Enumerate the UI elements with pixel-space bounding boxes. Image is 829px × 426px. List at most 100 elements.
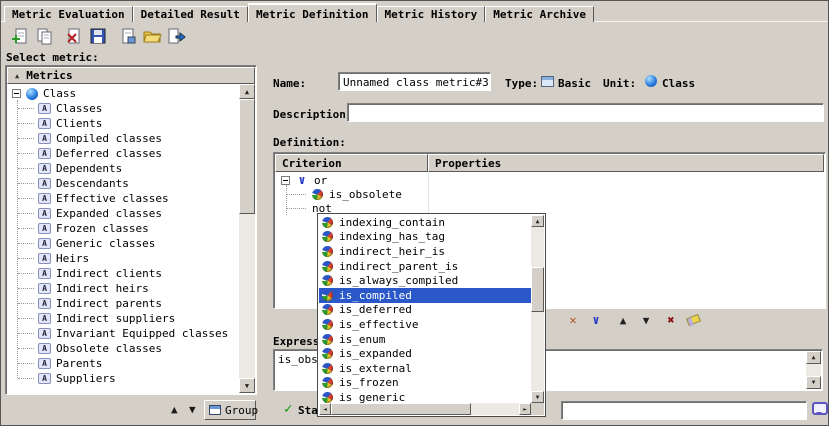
tree-item[interactable]: Indirect suppliers <box>8 311 239 326</box>
dropdown-scrollbar-thumb[interactable] <box>531 267 544 312</box>
move-metric-down-icon[interactable]: ▼ <box>189 403 196 417</box>
delete-metric-icon[interactable] <box>63 25 85 47</box>
copy-metric-icon[interactable] <box>33 25 55 47</box>
tab-metric-history[interactable]: Metric History <box>377 6 486 22</box>
tree-item-label: Indirect heirs <box>56 282 149 295</box>
collapse-icon[interactable] <box>12 89 21 98</box>
scroll-down-icon[interactable]: ▼ <box>531 391 544 403</box>
name-field[interactable]: Unnamed class metric#3 <box>338 72 491 91</box>
scroll-left-icon[interactable]: ◄ <box>319 403 331 415</box>
scroll-down-icon[interactable]: ▼ <box>806 376 821 389</box>
save-metric-icon[interactable] <box>87 25 109 47</box>
tree-item-label: Descendants <box>56 177 129 190</box>
move-criterion-down-icon[interactable]: ▼ <box>637 312 655 328</box>
criterion-column-header[interactable]: Criterion <box>275 154 428 172</box>
tree-item[interactable]: Indirect parents <box>8 296 239 311</box>
group-button[interactable]: Group <box>204 400 256 420</box>
dropdown-item[interactable]: is_effective <box>319 317 531 332</box>
tree-scrollbar-thumb[interactable] <box>239 99 255 214</box>
tab-metric-evaluation[interactable]: Metric Evaluation <box>4 6 133 22</box>
criterion-row-or[interactable]: ∨ or <box>276 173 823 187</box>
tree-item[interactable]: Compiled classes <box>8 131 239 146</box>
tree-item[interactable]: Dependents <box>8 161 239 176</box>
dropdown-item[interactable]: is_enum <box>319 332 531 347</box>
tab-metric-archive[interactable]: Metric Archive <box>485 6 594 22</box>
move-metric-up-icon[interactable]: ▲ <box>171 403 178 417</box>
dropdown-item[interactable]: is_external <box>319 361 531 376</box>
or-operator-icon[interactable]: ∨ <box>587 312 605 328</box>
metric-tool-window: Metric Evaluation Detailed Result Metric… <box>0 0 829 426</box>
or-operator-icon: ∨ <box>296 173 308 187</box>
scroll-up-icon[interactable]: ▲ <box>531 215 544 227</box>
dropdown-item[interactable]: is_always_compiled <box>319 273 531 288</box>
tree-item[interactable]: Deferred classes <box>8 146 239 161</box>
tab-metric-definition[interactable]: Metric Definition <box>248 3 377 22</box>
dropdown-item-label: indirect_heir_is <box>339 245 445 258</box>
dropdown-item[interactable]: indexing_has_tag <box>319 230 531 245</box>
export-archive-icon[interactable] <box>165 25 187 47</box>
eraser-icon[interactable] <box>684 312 702 328</box>
group-grid-icon <box>209 405 221 415</box>
tree-item[interactable]: Parents <box>8 356 239 371</box>
tree-item[interactable]: Invariant Equipped classes <box>8 326 239 341</box>
scroll-up-icon[interactable]: ▲ <box>239 84 255 99</box>
tree-item-root[interactable]: Class <box>8 86 239 101</box>
tab-bar: Metric Evaluation Detailed Result Metric… <box>4 3 594 22</box>
tree-item-label: Suppliers <box>56 372 116 385</box>
comment-icon[interactable] <box>812 402 828 415</box>
tree-item-label: Expanded classes <box>56 207 162 220</box>
dropdown-scrollbar-horizontal[interactable]: ◄ ► <box>319 403 531 415</box>
properties-column-header[interactable]: Properties <box>428 154 824 172</box>
metric-icon <box>38 283 51 294</box>
dropdown-item-label: is_effective <box>339 318 418 331</box>
tree-item[interactable]: Expanded classes <box>8 206 239 221</box>
tree-item[interactable]: Clients <box>8 116 239 131</box>
dropdown-item[interactable]: is_expanded <box>319 346 531 361</box>
dropdown-item[interactable]: indirect_heir_is <box>319 244 531 259</box>
metric-icon <box>38 133 51 144</box>
status-text-field[interactable] <box>561 401 807 420</box>
tree-item-label: Parents <box>56 357 102 370</box>
scroll-up-icon[interactable]: ▲ <box>806 351 821 364</box>
tree-item[interactable]: Obsolete classes <box>8 341 239 356</box>
tree-item[interactable]: Frozen classes <box>8 221 239 236</box>
tree-item[interactable]: Heirs <box>8 251 239 266</box>
tab-detailed-result[interactable]: Detailed Result <box>133 6 248 22</box>
tree-item[interactable]: Indirect clients <box>8 266 239 281</box>
tree-item[interactable]: Indirect heirs <box>8 281 239 296</box>
tree-item[interactable]: Descendants <box>8 176 239 191</box>
tree-item[interactable]: Effective classes <box>8 191 239 206</box>
tree-scrollbar[interactable]: ▲ ▼ <box>239 84 255 393</box>
new-metric-icon[interactable] <box>9 25 31 47</box>
collapse-icon[interactable] <box>281 176 290 185</box>
open-archive-icon[interactable] <box>141 25 163 47</box>
dropdown-item[interactable]: indirect_parent_is <box>319 259 531 274</box>
dropdown-item-label: is_expanded <box>339 347 412 360</box>
metric-icon <box>38 223 51 234</box>
dropdown-hscrollbar-thumb[interactable] <box>331 403 471 415</box>
dropdown-item[interactable]: is_generic <box>319 390 531 403</box>
move-criterion-up-icon[interactable]: ▲ <box>614 312 632 328</box>
tree-item[interactable]: Generic classes <box>8 236 239 251</box>
dropdown-scrollbar-vertical[interactable]: ▲ ▼ <box>531 215 544 403</box>
tree-item-label: Invariant Equipped classes <box>56 327 228 340</box>
description-field[interactable] <box>347 103 824 122</box>
dropdown-item[interactable]: is_frozen <box>319 376 531 391</box>
class-unit-icon <box>645 75 657 87</box>
tree-item[interactable]: Classes <box>8 101 239 116</box>
metric-icon <box>38 238 51 249</box>
tree-item[interactable]: Suppliers <box>8 371 239 386</box>
delete-criterion-icon[interactable]: ✖ <box>662 312 680 328</box>
criterion-ball-icon <box>322 348 333 359</box>
metric-tree-column-header[interactable]: ▲ Metrics <box>7 67 255 84</box>
scroll-down-icon[interactable]: ▼ <box>239 378 255 393</box>
definition-label: Definition: <box>273 136 346 149</box>
and-operator-icon[interactable]: ✕ <box>564 312 582 328</box>
scroll-right-icon[interactable]: ► <box>519 403 531 415</box>
criterion-row-is-obsolete[interactable]: is_obsolete <box>276 187 823 201</box>
dropdown-item-selected[interactable]: is_compiled <box>319 288 531 303</box>
new-archive-icon[interactable] <box>117 25 139 47</box>
expression-scrollbar[interactable]: ▲ ▼ <box>806 351 821 389</box>
dropdown-item[interactable]: indexing_contain <box>319 215 531 230</box>
dropdown-item[interactable]: is_deferred <box>319 303 531 318</box>
